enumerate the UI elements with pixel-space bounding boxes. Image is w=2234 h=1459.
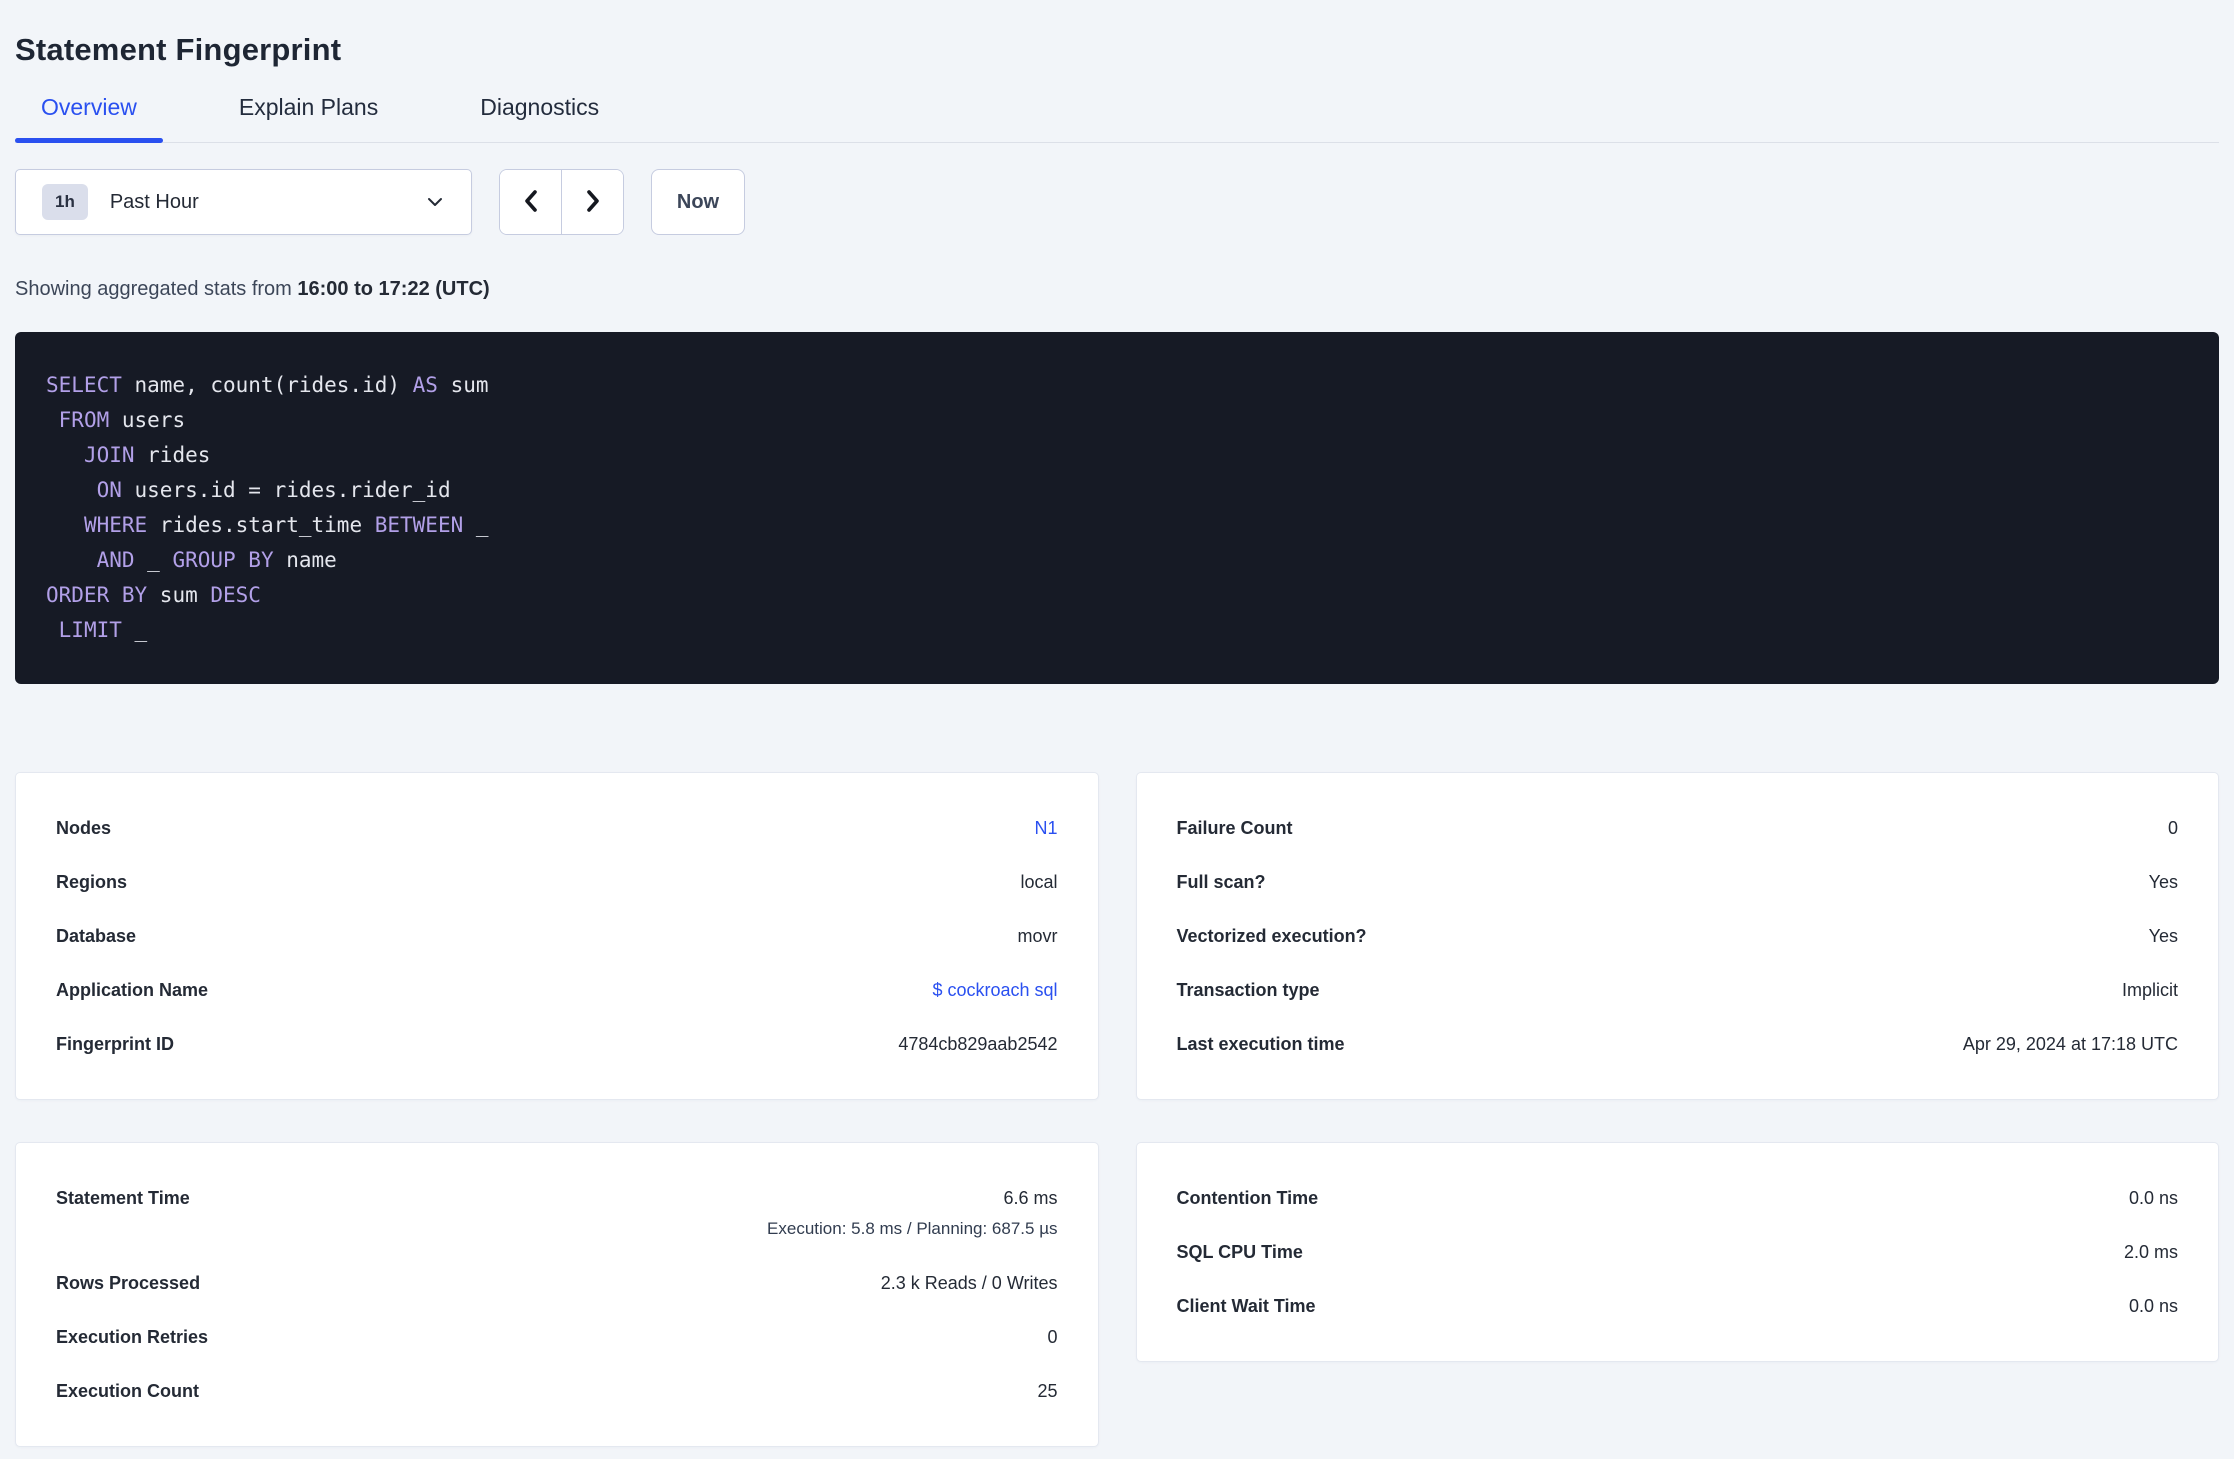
- stat-value: local: [1020, 872, 1058, 892]
- page-title: Statement Fingerprint: [15, 32, 342, 67]
- time-controls: 1h Past Hour Now: [15, 169, 2219, 235]
- time-interval-badge: 1h: [42, 184, 88, 220]
- stat-label: Fingerprint ID: [56, 1034, 174, 1054]
- stat-value: 2.0 ms: [2123, 1242, 2178, 1262]
- stat-label: Regions: [56, 872, 128, 892]
- stat-label: Contention Time: [1176, 1188, 1319, 1208]
- stat-label: SQL CPU Time: [1176, 1242, 1303, 1262]
- next-interval-button[interactable]: [561, 170, 623, 234]
- stat-value: 0.0 ns: [2128, 1296, 2178, 1316]
- stat-panels: Nodes N1 Regions local Database movr Applicati…: [15, 772, 2219, 1459]
- stat-value: movr: [1017, 926, 1058, 946]
- aggregation-note-range: 16:00 to 17:22 (UTC): [297, 278, 490, 300]
- statement-fingerprint-page: Statement Fingerprint Overview Explain P…: [0, 0, 2234, 1459]
- stat-row: Nodes N1: [56, 817, 1058, 839]
- stat-value: 0: [2167, 818, 2178, 838]
- time-interval-label: Past Hour: [109, 190, 199, 213]
- chevron-down-icon: [425, 192, 445, 212]
- stat-label: Execution Count: [56, 1381, 199, 1401]
- stat-label: Vectorized execution?: [1176, 926, 1367, 946]
- stat-row: Failure Count 0: [1177, 817, 2179, 839]
- panel-wait-times: Contention Time 0.0 ns SQL CPU Time 2.0 ms C…: [1135, 1142, 2219, 1362]
- stat-value: Implicit: [2121, 980, 2178, 1000]
- stat-label: Rows Processed: [56, 1273, 201, 1293]
- stat-row: Database movr: [56, 925, 1058, 947]
- stat-row: Regions local: [56, 871, 1058, 893]
- stat-value: Apr 29, 2024 at 17:18 UTC: [1962, 1034, 2178, 1054]
- stat-row: Last execution time Apr 29, 2024 at 17:18…: [1177, 1033, 2179, 1055]
- stat-row: SQL CPU Time 2.0 ms: [1177, 1241, 2179, 1263]
- stat-label: Failure Count: [1176, 818, 1293, 838]
- sql-code: SELECT name, count(rides.id) AS sum FROM…: [46, 373, 489, 642]
- stat-value: 6.6 ms: [1003, 1188, 1058, 1208]
- tab-bar: Overview Explain Plans Diagnostics: [15, 94, 2219, 143]
- stat-label: Full scan?: [1176, 872, 1266, 892]
- stat-subvalue: Execution: 5.8 ms / Planning: 687.5 µs: [767, 1219, 1058, 1238]
- time-interval-picker[interactable]: 1h Past Hour: [15, 169, 472, 235]
- panel-execution-attributes: Failure Count 0 Full scan? Yes Vectorized ex…: [1135, 772, 2219, 1100]
- stat-row: Statement Time 6.6 ms Execution: 5.8 ms / …: [56, 1187, 1058, 1240]
- stat-row: Transaction type Implicit: [1177, 979, 2179, 1001]
- stat-row: Application Name $ cockroach sql: [56, 979, 1058, 1001]
- stat-row: Rows Processed 2.3 k Reads / 0 Writes: [56, 1272, 1058, 1294]
- stat-label: Statement Time: [56, 1188, 190, 1208]
- stat-value: Yes: [2148, 872, 2178, 892]
- stat-row: Vectorized execution? Yes: [1177, 925, 2179, 947]
- stat-row: Full scan? Yes: [1177, 871, 2179, 893]
- aggregation-note-prefix: Showing aggregated stats from: [15, 278, 298, 300]
- stat-row: Contention Time 0.0 ns: [1177, 1187, 2179, 1209]
- stat-row: Execution Count 25: [56, 1380, 1058, 1402]
- stat-label: Execution Retries: [56, 1327, 209, 1347]
- stat-value: Yes: [2148, 926, 2178, 946]
- sql-statement-box: SELECT name, count(rides.id) AS sum FROM…: [15, 332, 2219, 684]
- stat-value: 0.0 ns: [2128, 1188, 2178, 1208]
- aggregation-note: Showing aggregated stats from 16:00 to 1…: [15, 278, 2219, 301]
- stat-label: Application Name: [56, 980, 209, 1000]
- stat-label: Last execution time: [1176, 1034, 1345, 1054]
- stat-value-link[interactable]: $ cockroach sql: [932, 979, 1057, 1001]
- stat-row: Fingerprint ID 4784cb829aab2542: [56, 1033, 1058, 1055]
- stat-row: Execution Retries 0: [56, 1326, 1058, 1348]
- now-button[interactable]: Now: [651, 169, 745, 235]
- panel-statement-times: Statement Time 6.6 ms Execution: 5.8 ms / …: [15, 1142, 1099, 1447]
- stat-label: Database: [56, 926, 137, 946]
- stat-value: 0: [1047, 1327, 1058, 1347]
- stat-value-link[interactable]: N1: [1034, 817, 1057, 839]
- stat-value: 25: [1037, 1381, 1058, 1401]
- chevron-left-icon: [520, 189, 542, 216]
- panel-fingerprint-details: Nodes N1 Regions local Database movr Applicati…: [15, 772, 1099, 1100]
- tab-overview[interactable]: Overview: [15, 94, 163, 143]
- chevron-right-icon: [582, 189, 604, 216]
- stat-value: 2.3 k Reads / 0 Writes: [880, 1273, 1058, 1293]
- stat-label: Nodes: [56, 818, 112, 838]
- previous-interval-button[interactable]: [500, 170, 561, 234]
- tab-diagnostics[interactable]: Diagnostics: [454, 94, 625, 142]
- stat-label: Transaction type: [1176, 980, 1320, 1000]
- stat-row: Client Wait Time 0.0 ns: [1177, 1295, 2179, 1317]
- tab-explain-plans[interactable]: Explain Plans: [213, 94, 404, 142]
- stat-label: Client Wait Time: [1176, 1296, 1316, 1316]
- time-step-buttons: [499, 169, 624, 235]
- stat-value: 4784cb829aab2542: [898, 1034, 1058, 1054]
